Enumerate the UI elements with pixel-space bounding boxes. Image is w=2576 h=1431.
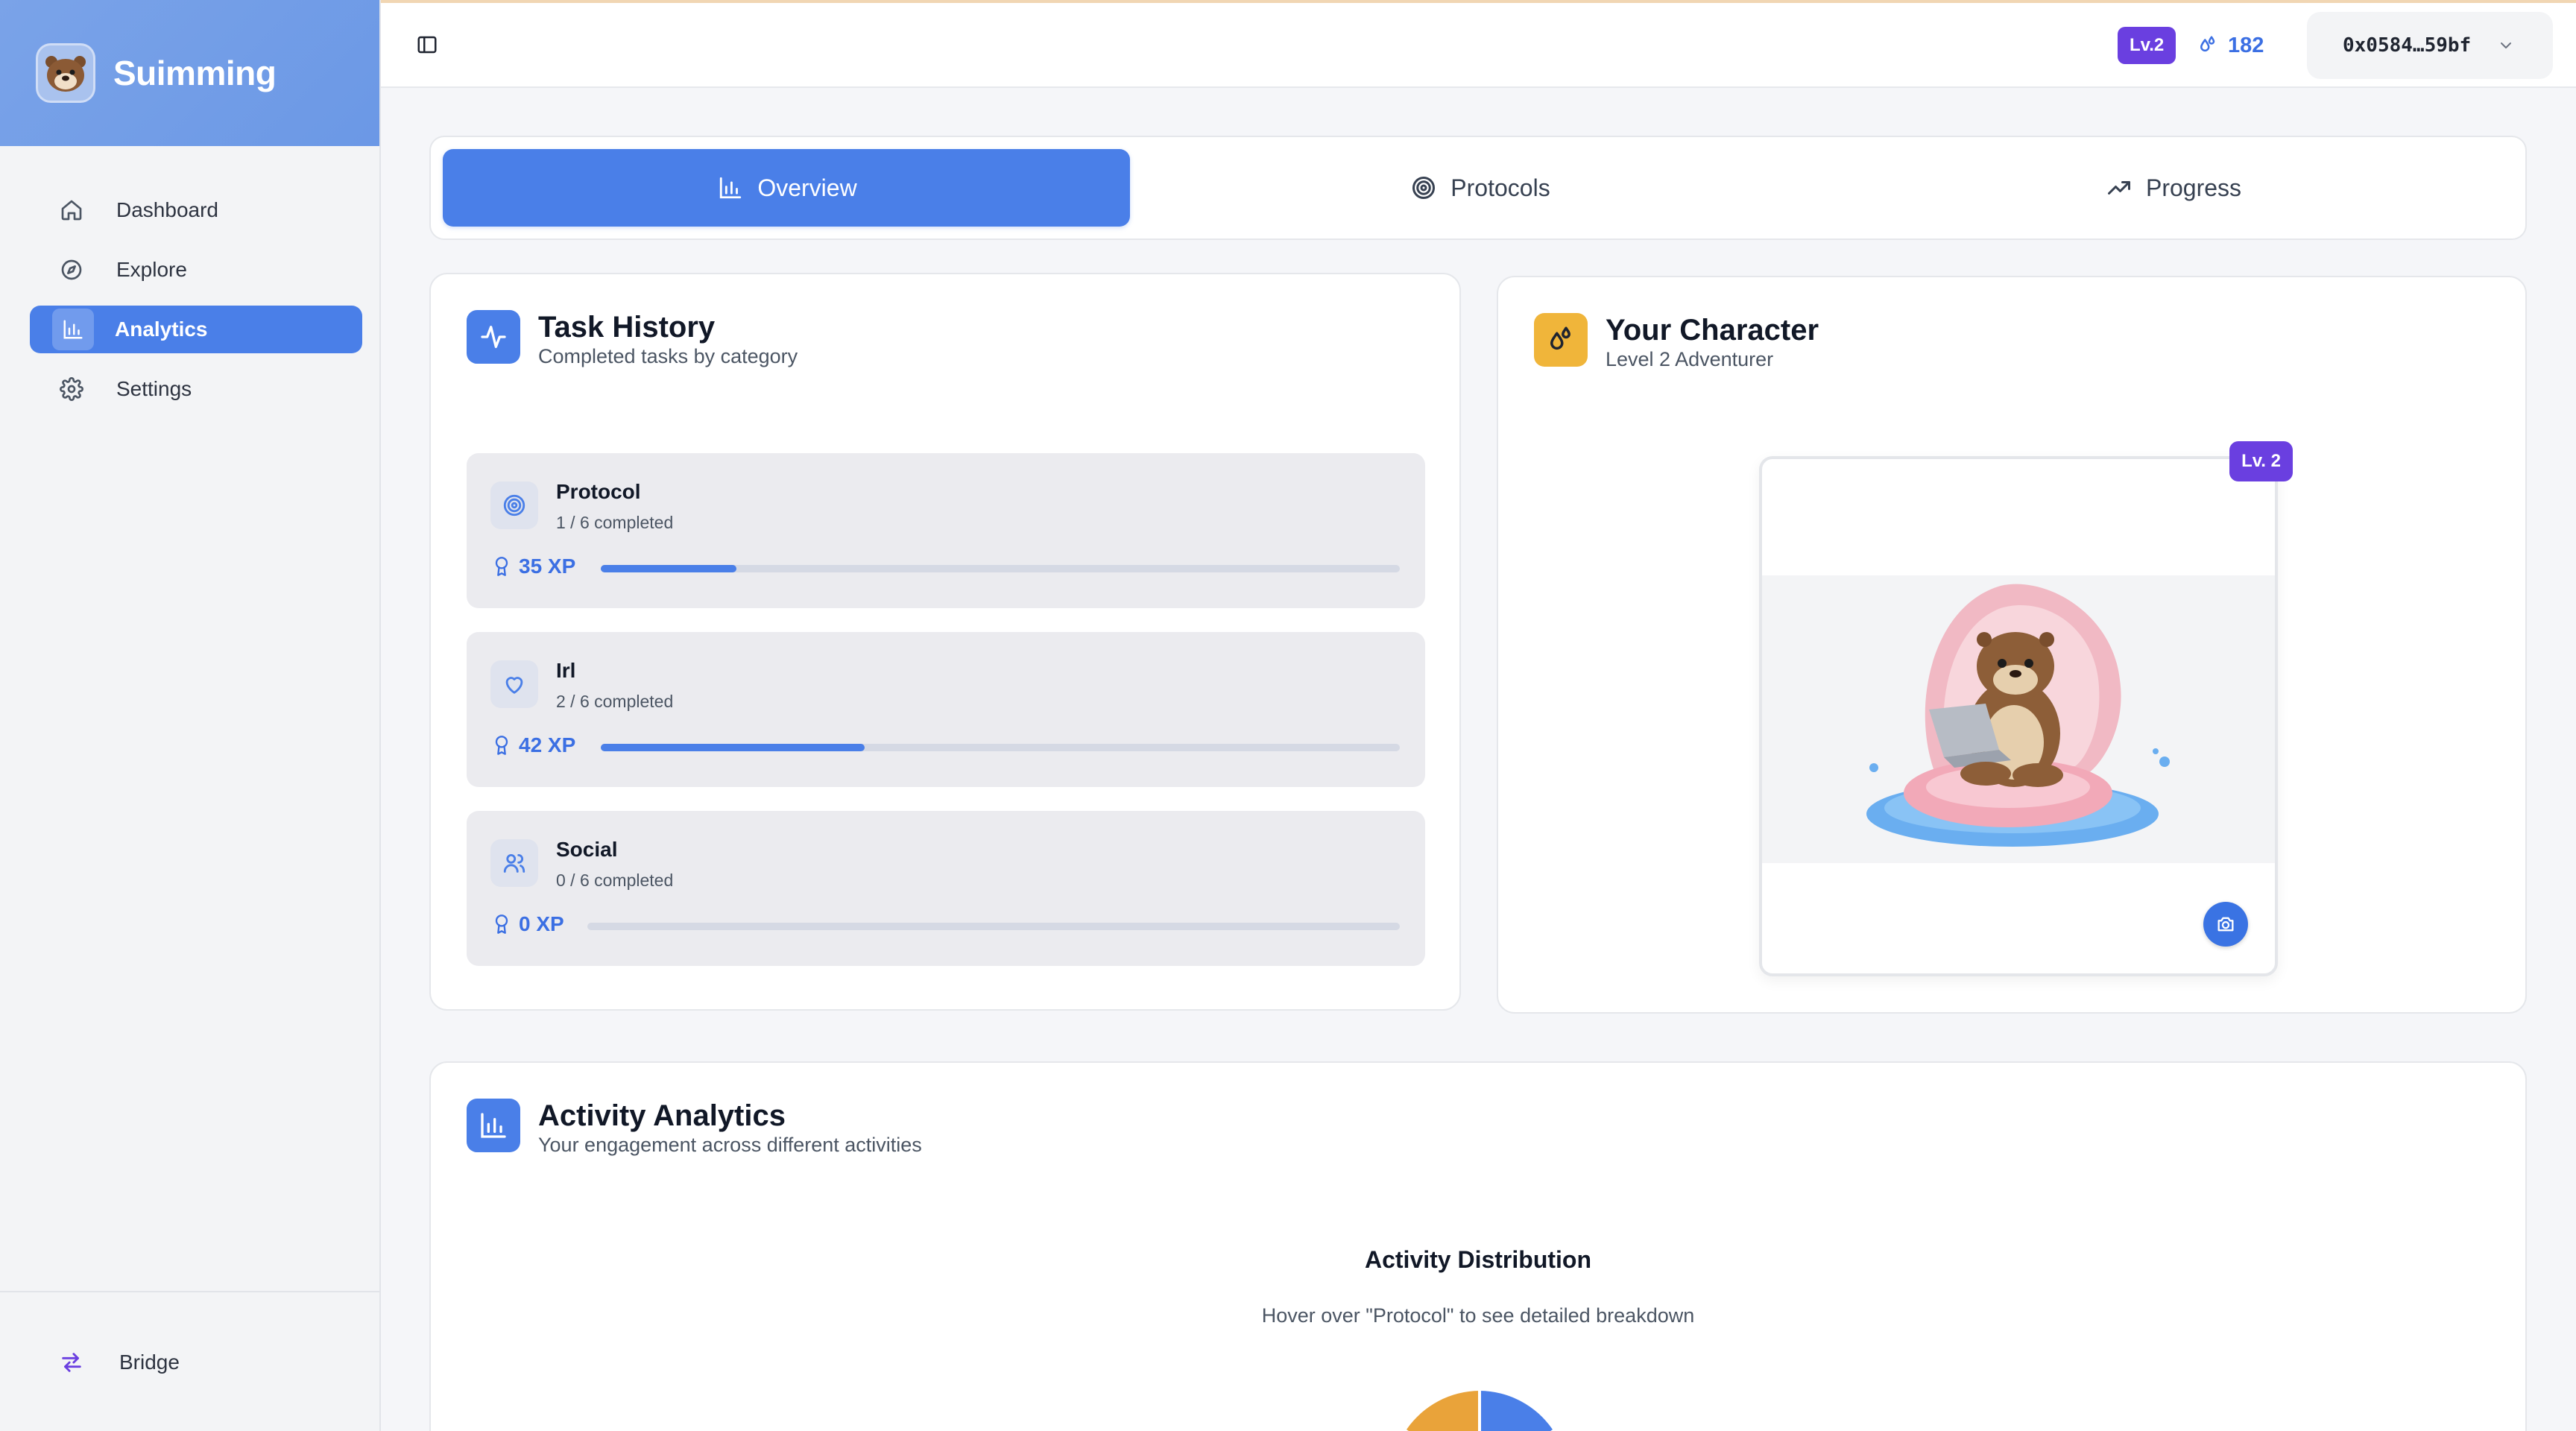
activity-subtitle: Your engagement across different activit…: [538, 1134, 922, 1156]
users-icon: [490, 839, 538, 887]
bar-chart-icon: [716, 173, 745, 203]
activity-pie-chart[interactable]: [1368, 1383, 1591, 1431]
drops-counter: 182: [2195, 27, 2264, 64]
camera-icon: [2217, 917, 2234, 932]
character-subtitle: Level 2 Adventurer: [1606, 348, 1774, 370]
activity-analytics-card: Activity Analytics Your engagement acros…: [429, 1061, 2527, 1431]
heart-icon: [490, 660, 538, 708]
otter-character-image: [1762, 575, 2275, 863]
target-icon: [490, 481, 538, 529]
chart-hint: Hover over "Protocol" to see detailed br…: [1261, 1304, 1695, 1327]
tab-overview[interactable]: Overview: [443, 149, 1130, 227]
wallet-address: 0x0584…59bf: [2343, 34, 2472, 57]
task-category-name: Social: [556, 838, 618, 861]
progress-bar-fill: [601, 565, 737, 572]
wallet-button[interactable]: 0x0584…59bf: [2307, 12, 2553, 79]
gear-icon: [57, 374, 86, 404]
character-level-badge: Lv. 2: [2229, 441, 2293, 481]
tab-label: Protocols: [1450, 174, 1550, 201]
task-category-irl[interactable]: Irl 2 / 6 completed 42 XP: [467, 632, 1425, 787]
drops-value: 182: [2228, 33, 2264, 57]
app: Suimming Dashboard Explore Analytics Set…: [0, 0, 2576, 1431]
award-icon: [492, 913, 511, 935]
task-category-xp: 42 XP: [492, 733, 575, 757]
chart-title: Activity Distribution: [1364, 1246, 1591, 1273]
compass-icon: [57, 255, 86, 285]
water-drops-icon: [2195, 33, 2220, 58]
progress-bar: [601, 565, 1400, 572]
activity-title: Activity Analytics: [538, 1099, 786, 1132]
sidebar-item-label: Analytics: [115, 318, 208, 341]
progress-bar: [587, 923, 1400, 930]
task-history-title: Task History: [538, 311, 716, 344]
pie-slice-orange: [1407, 1391, 1480, 1431]
top-bar: Lv.2 182 0x0584…59bf: [381, 3, 2576, 88]
analytics-tabs: Overview Protocols Progress: [429, 136, 2527, 240]
camera-button[interactable]: [2203, 902, 2248, 947]
home-icon: [57, 195, 86, 225]
task-history-header: Task History Completed tasks by category: [467, 310, 798, 368]
xp-value: 0 XP: [519, 912, 564, 935]
sidebar-nav: Dashboard Explore Analytics Settings: [30, 186, 362, 425]
activity-pulse-icon: [467, 310, 520, 364]
award-icon: [492, 734, 511, 756]
chevron-down-icon: [2495, 34, 2517, 57]
sidebar-panel-icon: [417, 36, 437, 54]
app-name: Suimming: [113, 54, 277, 92]
task-category-xp: 35 XP: [492, 555, 575, 578]
sidebar-footer: Bridge: [0, 1291, 379, 1431]
sidebar-item-label: Bridge: [119, 1351, 180, 1374]
task-history-subtitle: Completed tasks by category: [538, 345, 798, 367]
task-category-name: Protocol: [556, 480, 641, 503]
sidebar-item-bridge[interactable]: Bridge: [57, 1348, 180, 1377]
bar-chart-icon: [52, 309, 94, 350]
task-history-card: Task History Completed tasks by category…: [429, 273, 1461, 1011]
tab-label: Overview: [757, 174, 857, 201]
task-category-xp: 0 XP: [492, 912, 564, 936]
progress-bar: [601, 744, 1400, 751]
task-category-social[interactable]: Social 0 / 6 completed 0 XP: [467, 811, 1425, 966]
swap-arrows-icon: [57, 1348, 86, 1377]
bar-chart-icon: [467, 1099, 520, 1152]
pie-slice-blue: [1480, 1391, 1553, 1431]
sidebar: Suimming Dashboard Explore Analytics Set…: [0, 0, 381, 1431]
tab-label: Progress: [2145, 174, 2242, 201]
sidebar-toggle-button[interactable]: [412, 30, 442, 60]
tab-protocols[interactable]: Protocols: [1136, 149, 1823, 227]
trending-up-icon: [2104, 173, 2134, 203]
sidebar-item-label: Dashboard: [116, 198, 218, 221]
task-category-count: 1 / 6 completed: [556, 513, 674, 532]
character-card: Your Character Level 2 Adventurer Lv. 2: [1497, 276, 2527, 1014]
task-category-protocol[interactable]: Protocol 1 / 6 completed 35 XP: [467, 453, 1425, 608]
xp-value: 42 XP: [519, 733, 576, 756]
target-icon: [1409, 173, 1439, 203]
level-badge: Lv.2: [2118, 27, 2176, 64]
task-category-count: 2 / 6 completed: [556, 692, 674, 711]
sidebar-item-settings[interactable]: Settings: [30, 365, 362, 413]
sidebar-item-dashboard[interactable]: Dashboard: [30, 186, 362, 234]
activity-header: Activity Analytics Your engagement acros…: [467, 1099, 922, 1157]
brand-header[interactable]: Suimming: [0, 0, 379, 146]
character-frame: Lv. 2: [1759, 441, 2293, 976]
sidebar-item-label: Explore: [116, 258, 187, 281]
xp-value: 35 XP: [519, 555, 576, 578]
sidebar-item-analytics[interactable]: Analytics: [30, 306, 362, 353]
drops-icon: [1534, 313, 1588, 367]
task-category-name: Irl: [556, 659, 576, 682]
progress-bar-fill: [601, 744, 865, 751]
character-header: Your Character Level 2 Adventurer: [1534, 313, 1819, 371]
character-title: Your Character: [1606, 314, 1819, 347]
otter-logo-icon: [36, 43, 95, 103]
task-category-count: 0 / 6 completed: [556, 871, 674, 890]
tab-progress[interactable]: Progress: [1829, 149, 2516, 227]
award-icon: [492, 555, 511, 578]
sidebar-item-explore[interactable]: Explore: [30, 246, 362, 294]
sidebar-item-label: Settings: [116, 377, 192, 400]
